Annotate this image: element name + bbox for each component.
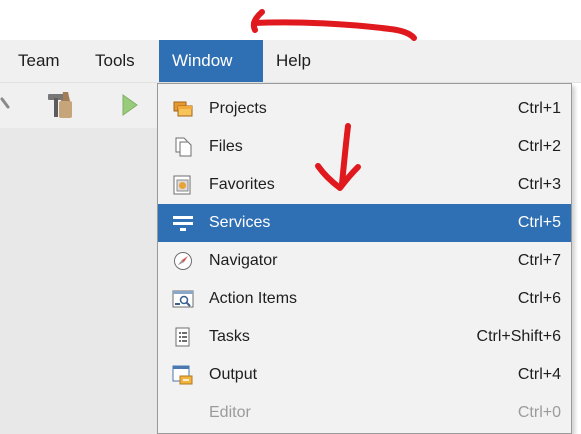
menu-item-label: Projects — [209, 100, 267, 117]
menu-item-navigator[interactable]: Navigator Ctrl+7 — [158, 242, 571, 280]
toolbar — [0, 83, 160, 128]
menu-item-label: Output — [209, 366, 258, 383]
menu-item-shortcut: Ctrl+Shift+6 — [476, 328, 561, 345]
menu-item-editor: Editor Ctrl+0 — [158, 394, 571, 432]
menu-item-shortcut: Ctrl+5 — [517, 214, 561, 231]
menu-item-shortcut: Ctrl+7 — [517, 252, 561, 269]
projects-icon — [173, 101, 193, 117]
menu-team[interactable]: Team — [18, 40, 60, 82]
menu-item-label: Services — [209, 214, 271, 231]
files-icon — [175, 137, 192, 157]
menu-bar: Team Tools Window Help — [0, 40, 581, 83]
menu-item-shortcut: Ctrl+3 — [517, 176, 561, 193]
menu-item-output[interactable]: Output Ctrl+4 — [158, 356, 571, 394]
menu-item-label: Navigator — [209, 252, 278, 269]
menu-item-tasks[interactable]: Tasks Ctrl+Shift+6 — [158, 318, 571, 356]
menu-tools[interactable]: Tools — [95, 40, 135, 82]
menu-item-label: Action Items — [209, 290, 298, 307]
hammer-broom-icon[interactable] — [45, 89, 79, 121]
window-menu-dropdown: Projects Ctrl+1 Files Ctrl+2 Favorites C… — [157, 83, 572, 434]
menu-item-action-items[interactable]: Action Items Ctrl+6 — [158, 280, 571, 318]
screenshot: Team Tools Window Help Projects Ctrl+1 F… — [0, 0, 581, 434]
tasks-icon — [175, 327, 190, 347]
menu-item-files[interactable]: Files Ctrl+2 — [158, 128, 571, 166]
menu-item-label: Files — [209, 138, 243, 155]
menu-item-label: Tasks — [209, 328, 250, 345]
menu-item-projects[interactable]: Projects Ctrl+1 — [158, 90, 571, 128]
editor-area — [0, 128, 160, 434]
team-icon[interactable] — [0, 95, 12, 115]
menu-item-shortcut: Ctrl+4 — [517, 366, 561, 383]
menu-item-shortcut: Ctrl+0 — [517, 404, 561, 421]
menu-item-favorites[interactable]: Favorites Ctrl+3 — [158, 166, 571, 204]
favorites-icon — [173, 175, 191, 195]
menu-item-shortcut: Ctrl+6 — [517, 290, 561, 307]
run-play-icon[interactable] — [120, 92, 140, 118]
menu-window[interactable]: Window — [159, 40, 263, 82]
menu-item-label: Favorites — [209, 176, 275, 193]
action-items-icon — [172, 290, 194, 308]
output-icon — [172, 365, 193, 385]
menu-item-label: Editor — [209, 404, 251, 421]
menu-help[interactable]: Help — [276, 40, 311, 82]
navigator-icon — [174, 252, 192, 270]
menu-item-shortcut: Ctrl+1 — [517, 100, 561, 117]
menu-item-shortcut: Ctrl+2 — [517, 138, 561, 155]
menu-item-services[interactable]: Services Ctrl+5 — [158, 204, 571, 242]
services-icon — [173, 216, 193, 231]
